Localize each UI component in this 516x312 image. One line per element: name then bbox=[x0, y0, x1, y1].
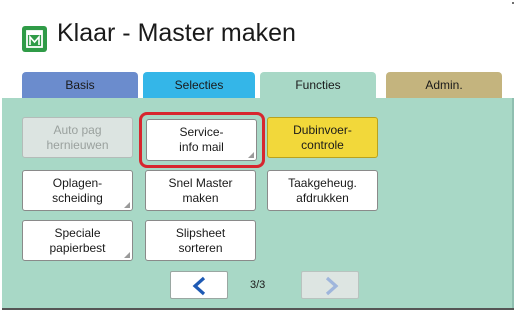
auto-page-renew-button[interactable]: Auto pag hernieuwen bbox=[22, 117, 133, 158]
panel-right-edge bbox=[512, 98, 514, 310]
master-icon bbox=[22, 26, 47, 52]
stored-job-print-button[interactable]: Taakgeheug. afdrukken bbox=[267, 170, 378, 211]
slipsheet-sort-button[interactable]: Slipsheet sorteren bbox=[145, 220, 256, 261]
chevron-right-icon bbox=[325, 276, 339, 296]
prev-page-button[interactable] bbox=[170, 271, 228, 299]
header: Klaar - Master maken bbox=[0, 2, 512, 52]
submenu-corner-icon bbox=[124, 202, 130, 208]
double-feed-check-button[interactable]: Dubinvoer- controle bbox=[267, 117, 378, 158]
job-separation-button[interactable]: Oplagen- scheiding bbox=[22, 170, 133, 211]
tab-functies[interactable]: Functies bbox=[260, 72, 376, 100]
panel-bottom-edge bbox=[2, 308, 514, 310]
special-paper-button[interactable]: Speciale papierbest bbox=[22, 220, 133, 261]
quick-master-button[interactable]: Snel Master maken bbox=[145, 170, 256, 211]
page-indicator: 3/3 bbox=[250, 279, 266, 291]
submenu-corner-icon bbox=[124, 252, 130, 258]
tab-basis[interactable]: Basis bbox=[22, 72, 138, 98]
service-info-mail-label: Service- info mail bbox=[179, 125, 224, 154]
special-paper-label: Speciale papierbest bbox=[49, 225, 106, 255]
service-info-mail-button[interactable]: Service- info mail bbox=[146, 119, 257, 161]
chevron-left-icon bbox=[192, 276, 206, 296]
tab-admin[interactable]: Admin. bbox=[386, 72, 502, 98]
tab-bar: Basis Selecties Functies Admin. bbox=[0, 72, 512, 100]
tab-selecties[interactable]: Selecties bbox=[143, 72, 255, 98]
submenu-corner-icon bbox=[248, 152, 254, 158]
job-separation-label: Oplagen- scheiding bbox=[52, 175, 103, 205]
page-title: Klaar - Master maken bbox=[57, 19, 296, 47]
next-page-button[interactable] bbox=[301, 271, 359, 299]
